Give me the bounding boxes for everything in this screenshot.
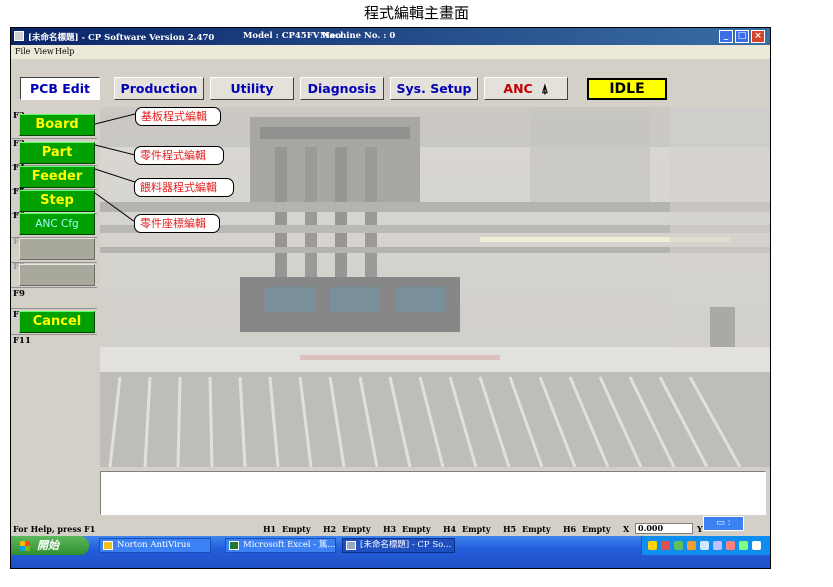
- task-label: Norton AntiVirus: [117, 540, 191, 550]
- task-cp-software[interactable]: [未命名標題] - CP So...: [342, 538, 455, 553]
- cp-software-icon: [346, 541, 356, 550]
- tab-utility[interactable]: Utility: [210, 77, 294, 100]
- help-tray-icon[interactable]: [648, 541, 657, 550]
- callout-board: 基板程式編輯: [135, 107, 221, 126]
- volume-tray-icon[interactable]: [700, 541, 709, 550]
- window-title: [未命名標題] - CP Software Version 2.470: [28, 33, 215, 43]
- system-tray: [641, 536, 770, 555]
- start-label: 開始: [37, 539, 59, 552]
- status-badge: IDLE: [587, 78, 667, 100]
- x-coord-field: 0.000: [635, 523, 693, 534]
- start-button[interactable]: 開始: [11, 536, 89, 555]
- machine-label: Machine No. : 0: [320, 31, 396, 41]
- app-icon: [14, 31, 24, 41]
- head-6-label: H6: [563, 524, 577, 534]
- divider: [11, 308, 97, 309]
- page-title: 程式編輯主畫面: [363, 4, 469, 22]
- anc-cfg-button[interactable]: ANC Cfg: [19, 213, 95, 235]
- taskbar: 開始 Norton AntiVirus Microsoft Excel - 篤.…: [11, 536, 770, 568]
- app-window: [未命名標題] - CP Software Version 2.470 Mode…: [10, 27, 771, 569]
- head-1-status: Empty: [282, 524, 311, 534]
- head-3-label: H3: [383, 524, 397, 534]
- nozzle-icon: ⍋: [541, 81, 549, 96]
- help-hint: For Help, press F1: [13, 524, 96, 534]
- fkey-label-f9: F9: [13, 289, 25, 299]
- f8-button[interactable]: [19, 264, 95, 286]
- cancel-button[interactable]: Cancel: [19, 311, 95, 333]
- tab-diagnosis[interactable]: Diagnosis: [300, 77, 384, 100]
- menu-view[interactable]: View: [34, 47, 54, 56]
- norton-icon: [103, 541, 113, 550]
- messenger-tray-icon[interactable]: [726, 541, 735, 550]
- fkey-label-f11: F11: [13, 336, 31, 346]
- x-coord-label: X: [623, 524, 630, 534]
- excel-icon: [229, 541, 239, 550]
- task-excel[interactable]: Microsoft Excel - 篤...: [225, 538, 336, 553]
- anc-button[interactable]: ANC ⍋: [484, 77, 568, 100]
- task-label: [未命名標題] - CP So...: [360, 540, 452, 550]
- main-toolbar: PCB Edit Production Utility Diagnosis Sy…: [11, 59, 770, 107]
- head-2-status: Empty: [342, 524, 371, 534]
- ime-tray-icon[interactable]: [687, 541, 696, 550]
- part-button[interactable]: Part: [19, 142, 95, 164]
- divider: [11, 287, 97, 288]
- menu-bar: File View Help: [11, 45, 770, 59]
- callout-part: 零件程式編輯: [134, 146, 224, 165]
- callout-step: 零件座標編輯: [134, 214, 220, 233]
- tab-sys-setup[interactable]: Sys. Setup: [390, 77, 478, 100]
- network-tray-icon[interactable]: [661, 541, 670, 550]
- title-bar[interactable]: [未命名標題] - CP Software Version 2.470 Mode…: [11, 28, 770, 45]
- f7-button[interactable]: [19, 238, 95, 260]
- head-2-label: H2: [323, 524, 337, 534]
- tab-production[interactable]: Production: [114, 77, 204, 100]
- menu-help[interactable]: Help: [55, 47, 74, 56]
- tab-pcb-edit[interactable]: PCB Edit: [20, 77, 100, 100]
- head-1-label: H1: [263, 524, 277, 534]
- head-4-status: Empty: [462, 524, 491, 534]
- task-norton[interactable]: Norton AntiVirus: [99, 538, 211, 553]
- head-6-status: Empty: [582, 524, 611, 534]
- head-4-label: H4: [443, 524, 457, 534]
- y-coord-label: Y: [697, 524, 703, 534]
- windows-logo-icon: [20, 541, 30, 551]
- usb-tray-icon[interactable]: [739, 541, 748, 550]
- head-5-label: H5: [503, 524, 517, 534]
- callout-feeder: 餵料器程式編輯: [134, 178, 234, 197]
- task-label: Microsoft Excel - 篤...: [243, 540, 336, 550]
- maximize-button[interactable]: □: [735, 30, 749, 43]
- divider: [11, 334, 97, 335]
- antivirus-tray-icon[interactable]: [674, 541, 683, 550]
- status-bar: For Help, press F1 H1 Empty H2 Empty H3 …: [11, 522, 770, 536]
- step-button[interactable]: Step: [19, 190, 95, 212]
- head-5-status: Empty: [522, 524, 551, 534]
- menu-file[interactable]: File: [15, 47, 30, 56]
- head-3-status: Empty: [402, 524, 431, 534]
- message-box: [100, 471, 766, 515]
- anc-label: ANC: [503, 81, 533, 96]
- minimize-button[interactable]: _: [719, 30, 733, 43]
- feeder-button[interactable]: Feeder: [19, 166, 95, 188]
- function-key-panel: F2 Board F3 Part F4 Feeder F5 Step F6 AN…: [11, 107, 98, 488]
- close-button[interactable]: ×: [751, 30, 765, 43]
- ime-indicator[interactable]: ▭ :: [703, 516, 744, 531]
- display-tray-icon[interactable]: [713, 541, 722, 550]
- board-button[interactable]: Board: [19, 114, 95, 136]
- search-tray-icon[interactable]: [752, 541, 761, 550]
